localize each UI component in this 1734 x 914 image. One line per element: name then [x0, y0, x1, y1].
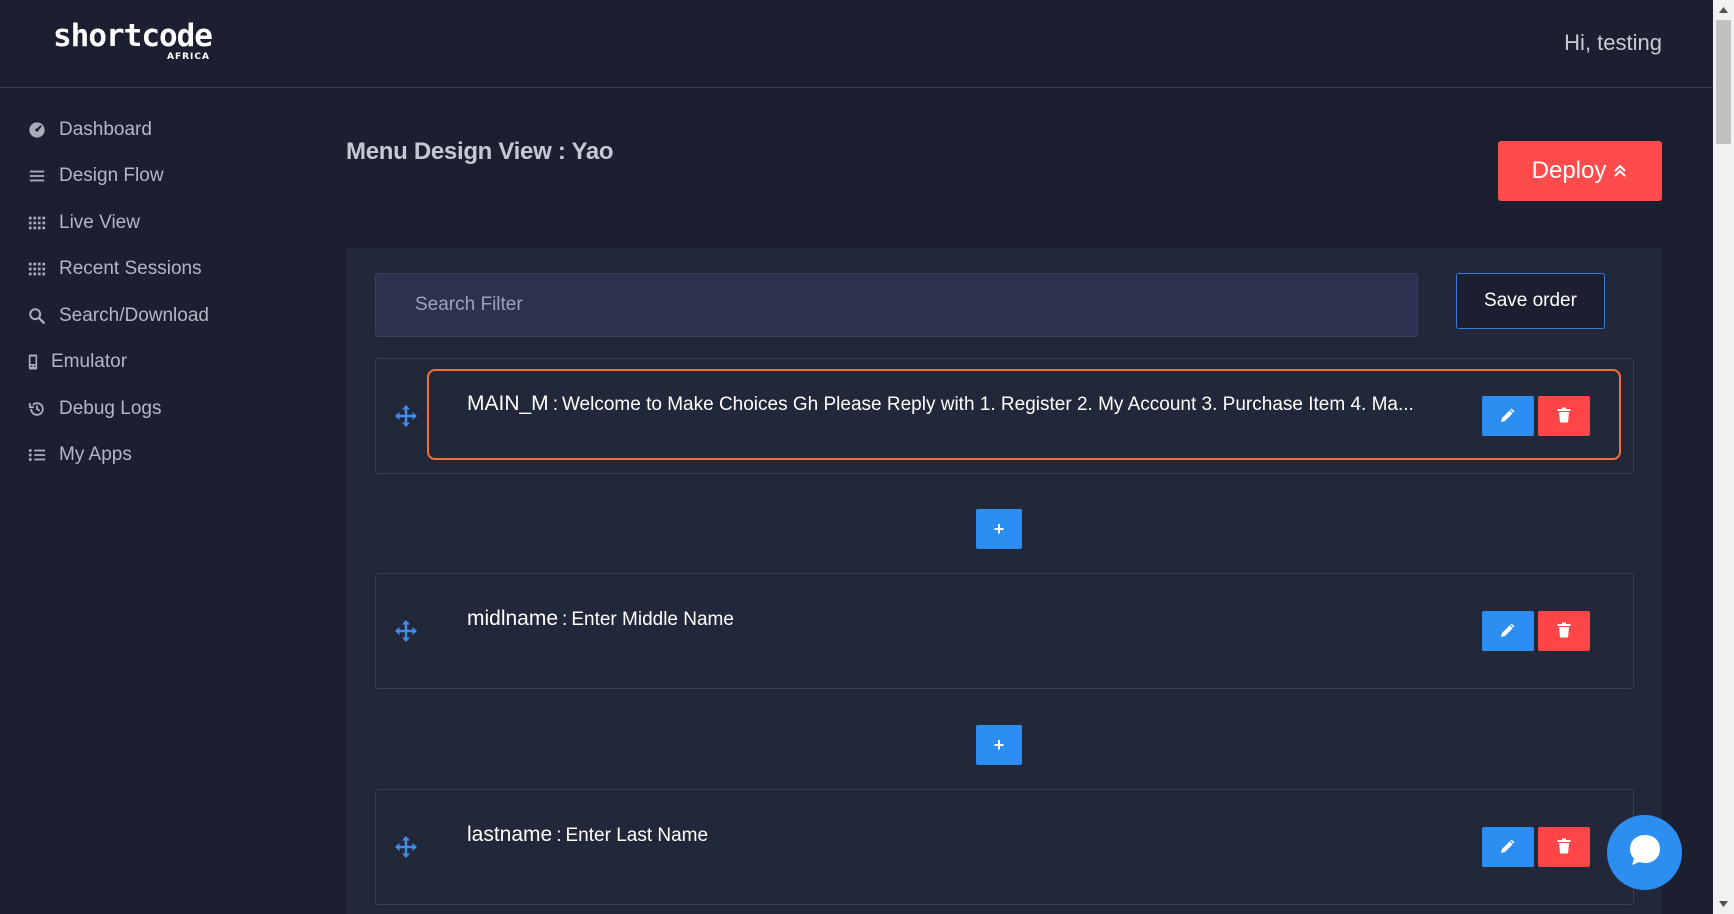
top-bar: shortcode AFRICA Hi, testing	[0, 0, 1713, 88]
sidebar-item-search-download[interactable]: Search/Download	[27, 301, 209, 331]
phone-icon	[27, 352, 39, 372]
sidebar-item-label: Dashboard	[59, 119, 152, 140]
menu-item-text: midlname: Enter Middle Name	[467, 607, 734, 631]
pencil-icon	[1499, 406, 1517, 427]
menu-item-text: MAIN_M: Welcome to Make Choices Gh Please…	[467, 392, 1414, 416]
page-scrollbar[interactable]	[1713, 0, 1734, 914]
double-chevron-up-icon	[1612, 157, 1628, 185]
menu-id: MAIN_M	[467, 392, 549, 415]
page-title: Menu Design View : Yao	[346, 138, 614, 165]
logo[interactable]: shortcode AFRICA	[53, 18, 213, 62]
delete-button[interactable]	[1538, 396, 1590, 436]
delete-button[interactable]	[1538, 827, 1590, 867]
sidebar-item-label: Recent Sessions	[59, 258, 202, 279]
menu-description: Welcome to Make Choices Gh Please Reply …	[561, 394, 1414, 415]
menu-item-text: lastname: Enter Last Name	[467, 823, 708, 847]
chat-bubble-icon	[1626, 831, 1664, 874]
trash-icon	[1555, 837, 1573, 858]
deploy-label: Deploy	[1531, 157, 1607, 184]
sidebar: Dashboard Design Flow Live View Recent S…	[0, 89, 330, 914]
edit-button[interactable]	[1482, 827, 1534, 867]
drag-handle-icon[interactable]	[394, 835, 418, 859]
menu-description: Enter Last Name	[565, 825, 709, 846]
sidebar-item-label: Live View	[59, 212, 140, 233]
logo-subtext: AFRICA	[167, 52, 210, 62]
edit-button[interactable]	[1482, 611, 1534, 651]
sidebar-item-dashboard[interactable]: Dashboard	[27, 115, 152, 145]
chat-widget-button[interactable]	[1607, 815, 1682, 890]
drag-handle-icon[interactable]	[394, 619, 418, 643]
sidebar-item-label: Search/Download	[59, 305, 209, 326]
sidebar-item-label: My Apps	[59, 444, 132, 465]
menu-card: MAIN_M: Welcome to Make Choices Gh Please…	[375, 358, 1634, 474]
grid-icon	[27, 213, 47, 233]
bars-icon	[27, 166, 47, 186]
sidebar-item-label: Emulator	[51, 351, 128, 372]
deploy-button[interactable]: Deploy	[1498, 141, 1662, 201]
menu-panel: Save order MAIN_M:Welcome to Make Choice…	[346, 248, 1662, 914]
scroll-up-arrow-icon[interactable]	[1713, 2, 1734, 18]
search-filter-input[interactable]	[375, 273, 1418, 337]
sidebar-item-debug-logs[interactable]: Debug Logs	[27, 394, 161, 424]
grid-icon	[27, 259, 47, 279]
list-icon	[27, 445, 47, 465]
user-greeting[interactable]: Hi, testing	[1564, 30, 1662, 56]
add-menu-button[interactable]: +	[976, 725, 1022, 765]
menu-separator: :	[562, 609, 568, 630]
menu-description: Enter Middle Name	[571, 609, 734, 630]
pencil-icon	[1499, 837, 1517, 858]
menu-separator: :	[556, 825, 562, 846]
trash-icon	[1555, 621, 1573, 642]
sidebar-item-my-apps[interactable]: My Apps	[27, 440, 132, 470]
sidebar-item-emulator[interactable]: Emulator	[27, 347, 127, 377]
history-icon	[27, 399, 47, 419]
scrollbar-thumb[interactable]	[1716, 20, 1731, 144]
delete-button[interactable]	[1538, 611, 1590, 651]
pencil-icon	[1499, 621, 1517, 642]
save-order-button[interactable]: Save order	[1456, 273, 1605, 329]
menu-card: midlname: Enter Middle Name	[375, 573, 1634, 689]
menu-id: lastname	[467, 823, 553, 846]
sidebar-item-design-flow[interactable]: Design Flow	[27, 161, 164, 191]
trash-icon	[1555, 406, 1573, 427]
drag-handle-icon[interactable]	[394, 404, 418, 428]
sidebar-item-label: Debug Logs	[59, 398, 162, 419]
scroll-down-arrow-icon[interactable]	[1713, 896, 1734, 912]
sidebar-item-live-view[interactable]: Live View	[27, 208, 140, 238]
logo-text: shortcode	[53, 18, 213, 54]
sidebar-item-label: Design Flow	[59, 165, 164, 186]
search-icon	[27, 306, 47, 326]
edit-button[interactable]	[1482, 396, 1534, 436]
add-menu-button[interactable]: +	[976, 509, 1022, 549]
menu-card: lastname: Enter Last Name	[375, 789, 1634, 905]
menu-id: midlname	[467, 607, 559, 630]
menu-separator: :	[552, 394, 558, 415]
dashboard-icon	[27, 120, 47, 140]
sidebar-item-recent-sessions[interactable]: Recent Sessions	[27, 254, 202, 284]
